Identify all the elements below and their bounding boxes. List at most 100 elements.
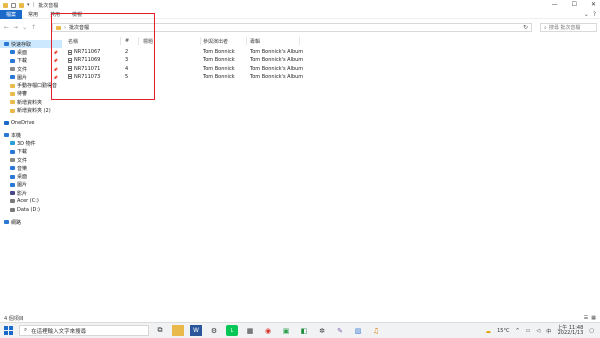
- sidebar-item-label: Acer (C:): [17, 198, 39, 205]
- music-icon: [10, 166, 15, 171]
- status-bar: 4 個項目 ☰ ▦: [0, 314, 600, 322]
- album-cell-text: Tom Bonnick's Album: [250, 49, 304, 55]
- sidebar-item[interactable]: Acer (C:): [0, 197, 62, 205]
- expand-ribbon-icon[interactable]: ⌄: [584, 11, 589, 18]
- recent-dropdown-icon[interactable]: ⌄: [22, 24, 27, 31]
- chrome-icon[interactable]: ◉: [262, 325, 274, 336]
- volume-icon[interactable]: ◁: [536, 328, 540, 334]
- sidebar-item[interactable]: Data (D:): [0, 206, 62, 214]
- column-header-album[interactable]: 專輯: [250, 37, 260, 45]
- desktop-icon: [10, 174, 15, 179]
- folder-icon[interactable]: [3, 2, 8, 8]
- sidebar-item-label: 待審: [17, 91, 28, 98]
- taskbar-search-placeholder: 在這裡輸入文字來搜尋: [31, 328, 87, 335]
- tab-home[interactable]: 常用: [22, 10, 44, 19]
- folder-icon: [10, 91, 15, 96]
- maximize-button[interactable]: ☐: [572, 1, 577, 8]
- artist-cell[interactable]: Tom Bonnick: [203, 65, 235, 73]
- file-explorer-icon[interactable]: [172, 325, 184, 336]
- sidebar-item[interactable]: 影片: [0, 189, 62, 197]
- search-icon: ⌕: [24, 327, 28, 333]
- sidebar-item[interactable]: 文件: [0, 156, 62, 164]
- column-divider[interactable]: [200, 37, 201, 45]
- sidebar-item[interactable]: 下載: [0, 148, 62, 156]
- column-divider[interactable]: [299, 37, 300, 45]
- spreadsheet-icon[interactable]: ◧: [298, 325, 310, 336]
- window-title: 批次音檔: [38, 2, 59, 9]
- artist-cell-text: Tom Bonnick: [203, 57, 235, 64]
- temperature[interactable]: 15°C: [497, 328, 509, 334]
- clock[interactable]: 上午 11:48 2022/1/13: [557, 325, 583, 337]
- sidebar-item[interactable]: OneDrive: [0, 119, 62, 127]
- details-view-icon[interactable]: ☰: [584, 315, 588, 321]
- album-cell[interactable]: Tom Bonnick's Album: [250, 48, 303, 56]
- artist-cell[interactable]: Tom Bonnick: [203, 73, 235, 81]
- column-divider[interactable]: [246, 37, 247, 45]
- calculator-icon[interactable]: ▦: [244, 325, 256, 336]
- sidebar-item[interactable]: 網路: [0, 218, 62, 226]
- search-placeholder: 搜尋 批次音檔: [548, 25, 581, 31]
- sidebar-item-label: 影片: [17, 190, 28, 197]
- sidebar-item[interactable]: 3D 物件: [0, 139, 62, 147]
- video-icon: [10, 191, 15, 196]
- artist-cell[interactable]: Tom Bonnick: [203, 56, 235, 64]
- show-hidden-icons-icon[interactable]: ^: [515, 328, 519, 334]
- settings-icon[interactable]: ⚙: [208, 325, 220, 336]
- close-button[interactable]: ✕: [591, 1, 596, 8]
- folder-icon: [10, 108, 15, 113]
- taskbar-search-input[interactable]: ⌕ 在這裡輸入文字來搜尋: [19, 325, 149, 336]
- artist-cell[interactable]: Tom Bonnick: [203, 48, 235, 56]
- line-icon[interactable]: L: [226, 325, 238, 336]
- sidebar-item[interactable]: 桌面: [0, 172, 62, 180]
- sidebar-item[interactable]: 本機: [0, 131, 62, 139]
- word-icon[interactable]: W: [190, 325, 202, 336]
- new-folder-icon[interactable]: [19, 2, 24, 8]
- forward-arrow-icon[interactable]: →: [13, 24, 18, 31]
- sidebar-item-label: 下載: [17, 58, 28, 65]
- help-icon[interactable]: ?: [593, 11, 596, 18]
- up-arrow-icon[interactable]: ↑: [31, 24, 36, 31]
- ime-indicator[interactable]: 中: [546, 328, 551, 335]
- folder-icon: [10, 100, 15, 105]
- cloud-icon: [4, 120, 9, 125]
- properties-icon[interactable]: [11, 2, 16, 8]
- sidebar-item[interactable]: 圖片: [0, 181, 62, 189]
- title-bar: ▾ | 批次音檔 — ☐ ✕: [0, 0, 600, 10]
- minimize-button[interactable]: —: [552, 1, 558, 8]
- paint-icon[interactable]: ✎: [334, 325, 346, 336]
- documents-icon: [10, 158, 15, 162]
- start-button[interactable]: [4, 326, 13, 335]
- network-icon[interactable]: ▭: [526, 328, 531, 334]
- album-cell-text: Tom Bonnick's Album: [250, 73, 304, 80]
- large-icons-view-icon[interactable]: ▦: [591, 315, 596, 321]
- album-cell[interactable]: Tom Bonnick's Album: [250, 65, 303, 73]
- chevron-down-icon[interactable]: ▾: [27, 2, 30, 8]
- notifications-icon[interactable]: ▢: [589, 328, 594, 334]
- artist-cell-text: Tom Bonnick: [203, 49, 235, 55]
- desktop-icon: [10, 50, 15, 55]
- album-cell-text: Tom Bonnick's Album: [250, 57, 304, 64]
- sidebar-item-label: 3D 物件: [17, 140, 36, 147]
- back-arrow-icon[interactable]: ←: [4, 24, 9, 31]
- photos-icon[interactable]: ▨: [352, 325, 364, 336]
- green-app-icon[interactable]: ▣: [280, 325, 292, 336]
- media-app-icon[interactable]: ♫: [370, 325, 382, 336]
- taskbar: ⌕ 在這裡輸入文字來搜尋 ⧉ W ⚙ L ▦ ◉ ▣ ◧ ✲ ✎ ▨ ♫ ☁ 1…: [0, 322, 600, 338]
- sidebar-item-label: 桌面: [17, 49, 28, 56]
- computer-icon: [4, 133, 9, 138]
- weather-icon[interactable]: ☁: [485, 328, 491, 335]
- sidebar-item[interactable]: 音樂: [0, 164, 62, 172]
- sidebar-item-label: 快速存取: [11, 41, 32, 48]
- album-cell-text: Tom Bonnick's Album: [250, 65, 304, 72]
- task-view-icon[interactable]: ⧉: [154, 325, 166, 336]
- sidebar-item[interactable]: 新增資料夾 (2): [0, 106, 62, 114]
- album-cell[interactable]: Tom Bonnick's Album: [250, 73, 303, 81]
- column-header-artist[interactable]: 參與演出者: [203, 37, 228, 45]
- refresh-icon[interactable]: ↻: [523, 24, 528, 31]
- system-tray: ☁ 15°C ^ ▭ ◁ 中 上午 11:48 2022/1/13 ▢: [485, 325, 594, 337]
- gear-app-icon[interactable]: ✲: [316, 325, 328, 336]
- quick-access-toolbar: ▾ |: [3, 2, 34, 8]
- tab-file[interactable]: 檔案: [0, 9, 23, 19]
- album-cell[interactable]: Tom Bonnick's Album: [250, 56, 303, 64]
- search-input[interactable]: ⌕ 搜尋 批次音檔: [540, 23, 597, 32]
